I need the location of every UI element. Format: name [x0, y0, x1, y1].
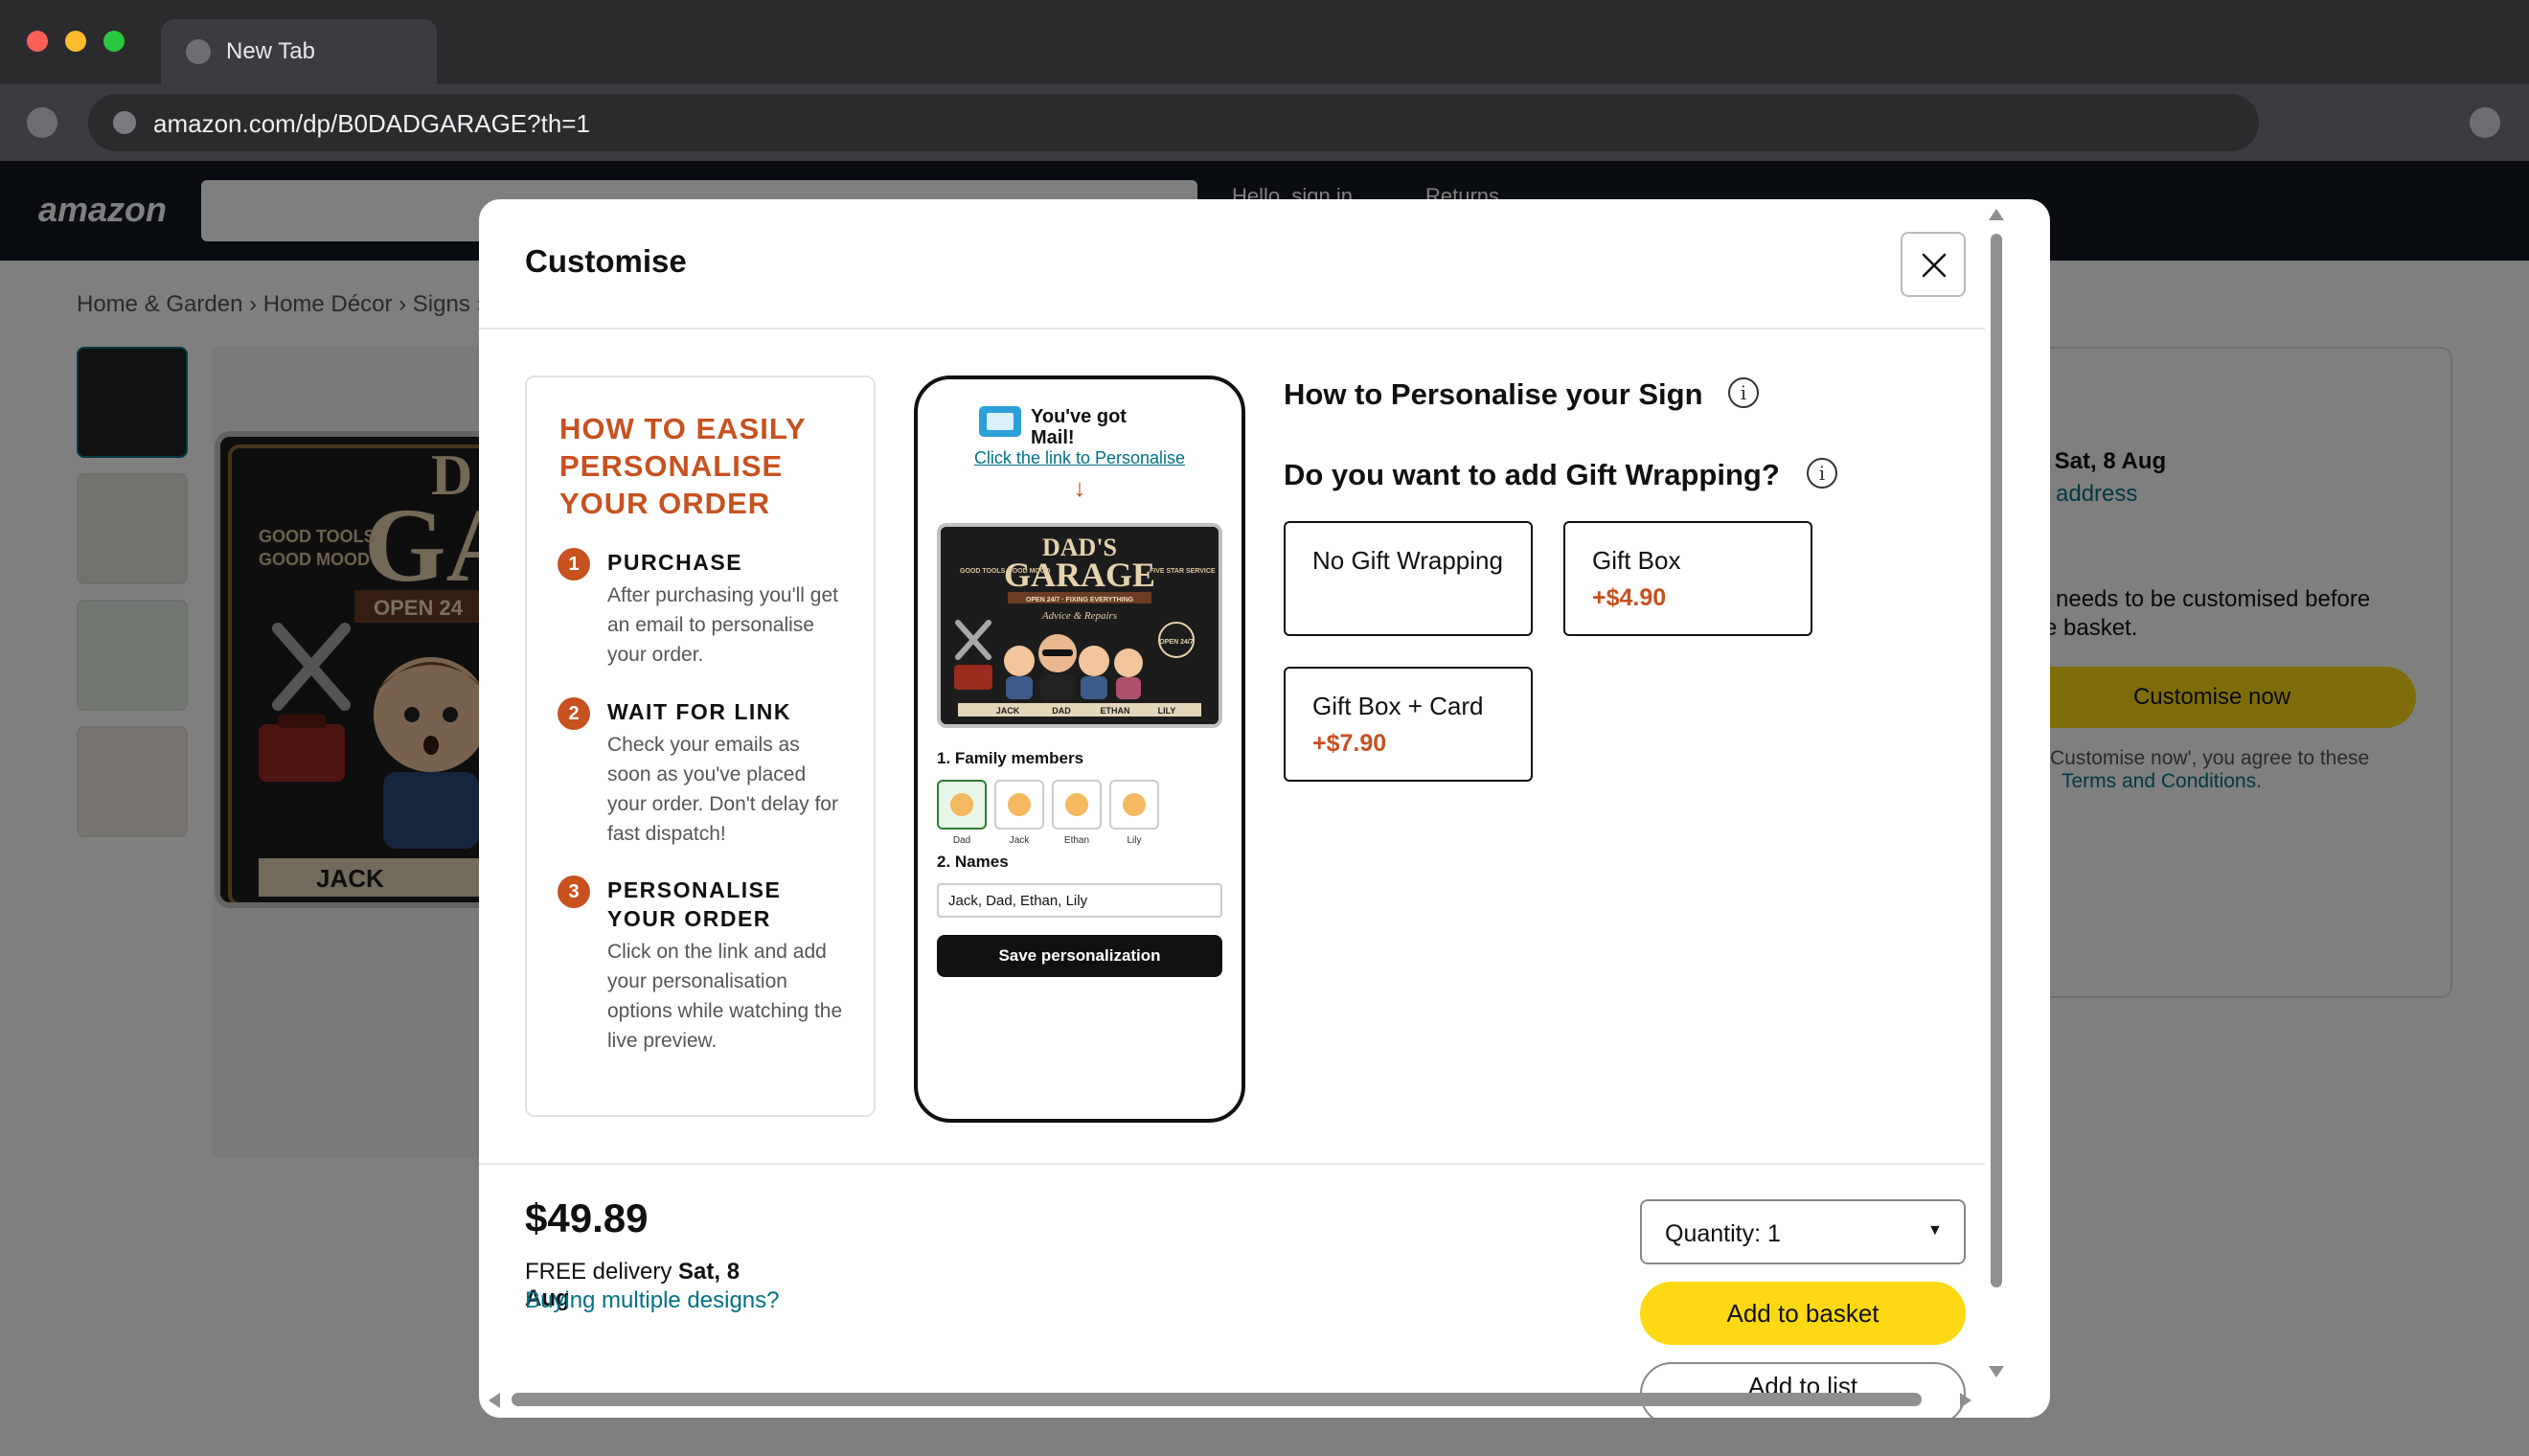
avatar-icon	[1123, 793, 1146, 816]
preview-sign-banner: OPEN 24/7 · FIXING EVERYTHING	[1026, 597, 1134, 603]
gift-option-label: No Gift Wrapping	[1312, 546, 1503, 575]
scroll-right-icon[interactable]	[1958, 1391, 1973, 1410]
gift-wrap-heading: Do you want to add Gift Wrapping?	[1284, 458, 1780, 491]
info-icon[interactable]: i	[1807, 458, 1837, 489]
add-to-list-button[interactable]: Add to list	[1640, 1362, 1966, 1418]
personalise-link[interactable]: Click the link to Personalise	[918, 448, 1242, 468]
mail-title: You've got Mail!	[1031, 406, 1127, 448]
step-2-number: 2	[558, 697, 590, 730]
save-personalization-button[interactable]: Save personalization	[937, 935, 1222, 977]
browser-titlebar: New Tab	[0, 0, 2529, 84]
step-2-heading: WAIT FOR LINK	[607, 699, 791, 724]
gift-option-none[interactable]: No Gift Wrapping	[1284, 521, 1533, 636]
customise-dialog: Customise HOW TO EASILY PERSONALISE YOUR…	[479, 199, 2050, 1418]
family-name-ethan: Ethan	[1063, 835, 1090, 846]
address-bar[interactable]: amazon.com/dp/B0DADGARAGE?th=1	[88, 94, 2259, 151]
arrow-down-icon: ↓	[1073, 473, 1086, 502]
preview-name-1: JACK	[996, 706, 1020, 716]
names-label: 2. Names	[937, 853, 1009, 871]
family-option-lily[interactable]	[1109, 780, 1159, 830]
tab-title: New Tab	[226, 38, 315, 64]
preview-name-4: LILY	[1158, 706, 1176, 716]
gift-option-box[interactable]: Gift Box +$4.90	[1563, 521, 1812, 636]
vertical-scrollbar[interactable]	[1991, 234, 2002, 1287]
gift-option-price: +$7.90	[1312, 730, 1387, 757]
step-1-number: 1	[558, 548, 590, 580]
gift-option-label: Gift Box + Card	[1312, 692, 1484, 720]
family-name-dad: Dad	[952, 835, 971, 846]
avatar-icon	[950, 793, 973, 816]
close-window-button[interactable]	[27, 31, 48, 52]
quantity-value: Quantity: 1	[1665, 1220, 1781, 1247]
preview-sign-right: FIVE STAR SERVICE	[1150, 568, 1216, 575]
family-name-lily: Lily	[1127, 835, 1142, 846]
phone-preview: You've got Mail! Click the link to Perso…	[914, 375, 1245, 1123]
preview-sign-image: DAD'S GARAGE GOOD TOOLS GOOD MOOD FIVE S…	[937, 523, 1222, 728]
preview-sign-script: Advice & Repairs	[1041, 610, 1117, 622]
step-3-number: 3	[558, 876, 590, 908]
info-icon[interactable]: i	[1728, 377, 1759, 408]
step-1-body: After purchasing you'll get an email to …	[607, 584, 838, 666]
step-1-heading: PURCHASE	[607, 550, 743, 575]
scroll-left-icon[interactable]	[487, 1391, 502, 1410]
header-divider	[479, 328, 1985, 330]
gift-option-box-card[interactable]: Gift Box + Card +$7.90	[1284, 667, 1533, 782]
tab-favicon-icon	[186, 39, 211, 64]
preview-sign-art: DAD'S GARAGE GOOD TOOLS GOOD MOOD FIVE S…	[941, 527, 1219, 724]
maximize-window-button[interactable]	[103, 31, 125, 52]
multiple-designs-link[interactable]: Buying multiple designs?	[525, 1287, 780, 1314]
site-info-icon[interactable]	[113, 111, 136, 134]
preview-name-3: ETHAN	[1101, 706, 1130, 716]
preview-sign-badge: OPEN 24/7	[1159, 639, 1194, 646]
names-input[interactable]: Jack, Dad, Ethan, Lily	[937, 883, 1222, 918]
preview-sign-main: GARAGE	[1004, 556, 1155, 594]
avatar-icon	[1065, 793, 1088, 816]
minimize-window-button[interactable]	[65, 31, 86, 52]
price: $49.89	[525, 1195, 649, 1240]
step-3-heading: PERSONALISE YOUR ORDER	[607, 877, 782, 931]
family-option-dad[interactable]	[937, 780, 987, 830]
family-label: 1. Family members	[937, 749, 1084, 767]
footer-divider	[479, 1163, 1985, 1165]
scroll-down-icon[interactable]	[1987, 1364, 2006, 1379]
browser-toolbar: amazon.com/dp/B0DADGARAGE?th=1	[0, 84, 2529, 161]
browser-tab[interactable]: New Tab	[161, 19, 437, 84]
family-option-ethan[interactable]	[1052, 780, 1102, 830]
mail-icon	[979, 406, 1021, 437]
close-icon	[1922, 253, 1947, 278]
preview-name-2: DAD	[1052, 706, 1071, 716]
preview-sign-left: GOOD TOOLS GOOD MOOD	[960, 568, 1050, 575]
step-2-body: Check your emails as soon as you've plac…	[607, 734, 838, 845]
back-button-icon[interactable]	[27, 107, 57, 138]
howto-panel: HOW TO EASILY PERSONALISE YOUR ORDER 1 P…	[525, 375, 876, 1117]
personalise-heading: How to Personalise your Sign	[1284, 377, 1703, 411]
profile-icon[interactable]	[2470, 107, 2500, 138]
family-option-jack[interactable]	[994, 780, 1044, 830]
howto-title: HOW TO EASILY PERSONALISE YOUR ORDER	[559, 412, 807, 520]
close-button[interactable]	[1901, 232, 1966, 297]
chevron-down-icon: ▼	[1927, 1222, 1943, 1239]
avatar-icon	[1008, 793, 1031, 816]
gift-option-price: +$4.90	[1592, 584, 1667, 611]
dialog-title: Customise	[525, 243, 687, 279]
horizontal-scrollbar[interactable]	[512, 1393, 1922, 1406]
gift-option-label: Gift Box	[1592, 546, 1681, 575]
scroll-up-icon[interactable]	[1987, 207, 2006, 222]
add-to-basket-button[interactable]: Add to basket	[1640, 1282, 1966, 1345]
quantity-select[interactable]: Quantity: 1 ▼	[1640, 1199, 1966, 1264]
family-name-jack: Jack	[1009, 835, 1030, 846]
address-url: amazon.com/dp/B0DADGARAGE?th=1	[153, 109, 590, 138]
step-3-body: Click on the link and add your personali…	[607, 941, 843, 1052]
